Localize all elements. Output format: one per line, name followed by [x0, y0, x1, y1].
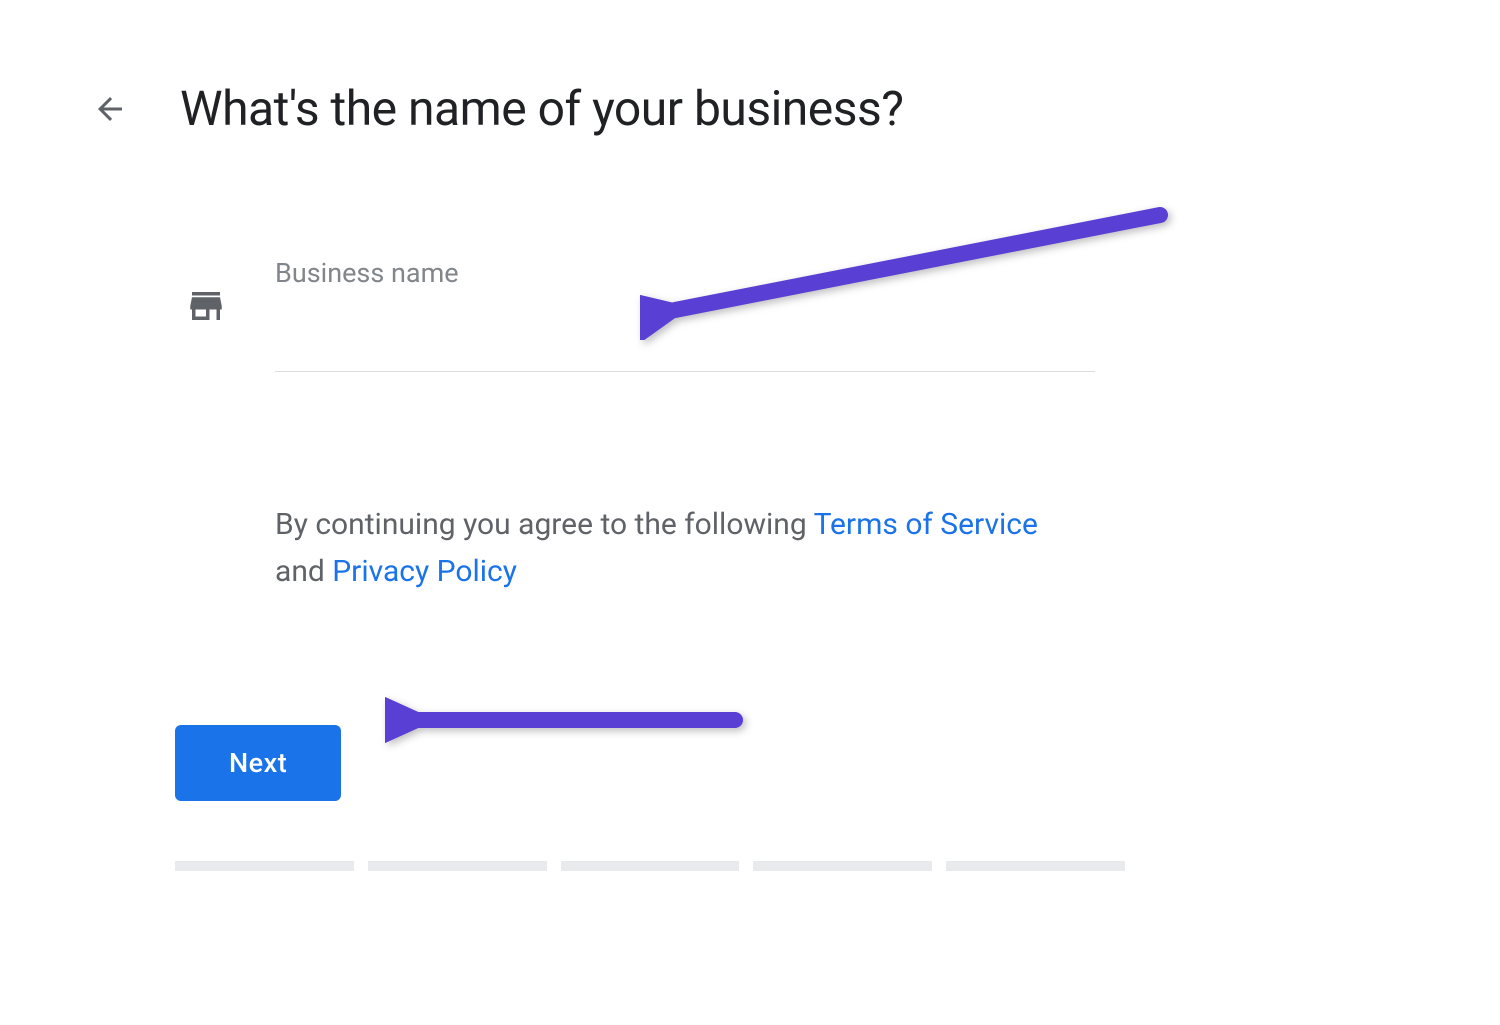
business-name-row: Business name — [185, 257, 1410, 372]
progress-bar — [175, 861, 1125, 871]
next-button[interactable]: Next — [175, 725, 341, 801]
business-name-label: Business name — [275, 257, 1095, 289]
store-icon — [185, 285, 227, 331]
page-title: What's the name of your business? — [180, 80, 904, 137]
progress-segment — [561, 861, 740, 871]
progress-segment — [175, 861, 354, 871]
progress-segment — [946, 861, 1125, 871]
back-button[interactable] — [90, 89, 130, 129]
terms-prefix: By continuing you agree to the following — [275, 507, 814, 542]
business-name-field-wrapper: Business name — [275, 257, 1095, 372]
header-row: What's the name of your business? — [90, 80, 1410, 137]
progress-segment — [368, 861, 547, 871]
terms-of-service-link[interactable]: Terms of Service — [814, 507, 1038, 542]
terms-middle: and — [275, 554, 332, 589]
progress-segment — [753, 861, 932, 871]
business-name-input[interactable] — [275, 289, 1095, 372]
annotation-arrow-next — [385, 680, 755, 760]
arrow-left-icon — [92, 91, 128, 127]
terms-text: By continuing you agree to the following… — [275, 502, 1095, 595]
privacy-policy-link[interactable]: Privacy Policy — [332, 554, 517, 589]
